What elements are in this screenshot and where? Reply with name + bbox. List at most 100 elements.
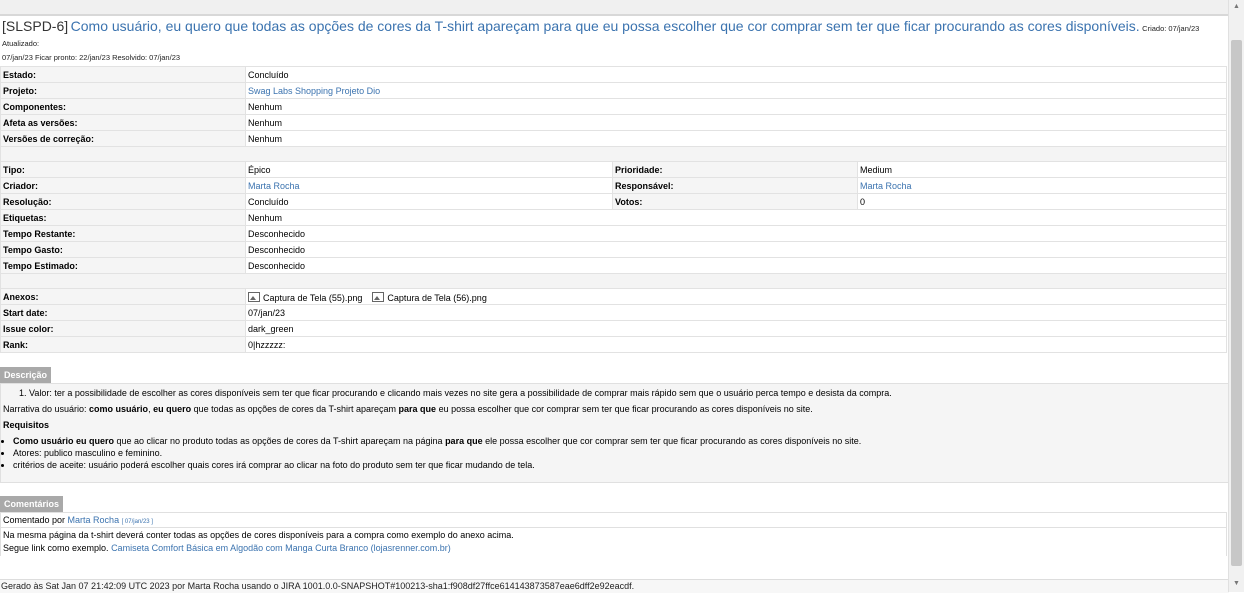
footer: Gerado às Sat Jan 07 21:42:09 UTC 2023 p… — [0, 579, 1229, 593]
top-strip — [0, 0, 1228, 16]
field-row-componentes: Componentes: Nenhum — [0, 98, 1227, 115]
field-row-resolucao: Resolução: Concluído Votos: 0 — [0, 193, 1227, 210]
text: ele possa escolher que cor comprar sem t… — [482, 436, 862, 446]
text: que todas as opções de cores da T-shirt … — [191, 404, 399, 414]
creator-link[interactable]: Marta Rocha — [248, 181, 300, 191]
field-label: Tipo: — [0, 161, 246, 178]
field-row-versoes-correcao: Versões de correção: Nenhum — [0, 130, 1227, 147]
gap — [0, 483, 1228, 496]
field-value: dark_green — [245, 320, 1227, 337]
scroll-up-icon[interactable]: ▲ — [1233, 3, 1240, 10]
field-value: Desconhecido — [245, 257, 1227, 274]
bold-text: eu quero — [153, 404, 192, 414]
field-label: Tempo Estimado: — [0, 257, 246, 274]
field-value: Nenhum — [245, 209, 1227, 226]
fields-table-general: Estado: Concluído Projeto: Swag Labs Sho… — [0, 66, 1227, 147]
list-item: Valor: ter a possibilidade de escolher a… — [29, 388, 1228, 398]
bold-text: Como usuário eu quero — [13, 436, 115, 446]
product-link[interactable]: Camiseta Comfort Básica em Algodão com M… — [111, 543, 451, 553]
scroll-down-icon[interactable]: ▼ — [1233, 580, 1240, 587]
issue-summary-link[interactable]: Como usuário, eu quero que todas as opçõ… — [71, 18, 1140, 34]
field-label: Versões de correção: — [0, 130, 246, 147]
text: Narrativa do usuário: — [3, 404, 90, 414]
fields-table-custom: Anexos: Captura de Tela (55).png Captura… — [0, 288, 1227, 353]
project-link[interactable]: Swag Labs Shopping Projeto Dio — [248, 86, 380, 96]
field-row-tempo-gasto: Tempo Gasto: Desconhecido — [0, 241, 1227, 258]
comment-author-link[interactable]: Marta Rocha — [68, 515, 120, 525]
image-file-icon — [248, 291, 260, 302]
issue-dates: 07/jan/23 Ficar pronto: 22/jan/23 Resolv… — [2, 53, 181, 62]
field-label: Tempo Gasto: — [0, 241, 246, 258]
vertical-scrollbar[interactable]: ▲ ▼ — [1228, 0, 1244, 592]
field-label: Componentes: — [0, 98, 246, 115]
field-value: Concluído — [245, 193, 613, 210]
text: Segue link como exemplo. — [3, 543, 112, 553]
attachment-link[interactable]: Captura de Tela (55).png — [263, 293, 362, 303]
field-value: Nenhum — [245, 98, 1227, 115]
comment-line: Na mesma página da t-shirt deverá conter… — [3, 530, 514, 540]
scroll-thumb[interactable] — [1231, 40, 1242, 566]
field-row-anexos: Anexos: Captura de Tela (55).png Captura… — [0, 288, 1227, 305]
comment-by-label: Comentado por — [3, 515, 68, 525]
description-title: Descrição — [0, 367, 52, 383]
field-value: Nenhum — [245, 130, 1227, 147]
bold-text: como usuário — [89, 404, 149, 414]
updated-label: Atualizado: — [2, 39, 40, 48]
field-label: Projeto: — [0, 82, 246, 99]
field-value: Nenhum — [245, 114, 1227, 131]
bold-text: Requisitos — [3, 420, 50, 430]
field-value: Medium — [857, 161, 1227, 178]
created-date: Criado: 07/jan/23 — [1142, 24, 1200, 33]
field-row-etiquetas: Etiquetas: Nenhum — [0, 209, 1227, 226]
section-spacer — [0, 147, 1227, 161]
comment-header: Comentado por Marta Rocha [ 07/jan/23 ] — [0, 512, 1227, 528]
issue-key: [SLSPD-6] — [2, 18, 69, 34]
description-body: Valor: ter a possibilidade de escolher a… — [0, 383, 1228, 483]
issue-page: [SLSPD-6] Como usuário, eu quero que tod… — [0, 0, 1228, 592]
field-row-tipo: Tipo: Épico Prioridade: Medium — [0, 161, 1227, 178]
list-item: critérios de aceite: usuário poderá esco… — [13, 460, 1228, 470]
field-label: Estado: — [0, 66, 246, 83]
comments-section: Comentários Comentado por Marta Rocha [ … — [0, 496, 1228, 556]
list-item: Atores: publico masculino e feminino. — [13, 448, 1228, 458]
assignee-link[interactable]: Marta Rocha — [860, 181, 912, 191]
field-label: Issue color: — [0, 320, 246, 337]
list-item: Como usuário eu quero que ao clicar no p… — [13, 436, 1228, 446]
field-row-afeta-versoes: Afeta as versões: Nenhum — [0, 114, 1227, 131]
field-value: Concluído — [245, 66, 1227, 83]
field-value: Desconhecido — [245, 225, 1227, 242]
field-label: Resolução: — [0, 193, 246, 210]
issue-header: [SLSPD-6] Como usuário, eu quero que tod… — [0, 16, 1228, 51]
comment-line: Segue link como exemplo. Camiseta Comfor… — [3, 542, 1224, 555]
narrative: Narrativa do usuário: como usuário, eu q… — [3, 404, 1228, 414]
field-row-estado: Estado: Concluído — [0, 66, 1227, 83]
field-row-start-date: Start date: 07/jan/23 — [0, 304, 1227, 321]
field-label: Start date: — [0, 304, 246, 321]
attachments-cell: Captura de Tela (55).png Captura de Tela… — [245, 288, 1227, 305]
field-label: Prioridade: — [612, 161, 858, 178]
comment-body: Na mesma página da t-shirt deverá conter… — [0, 528, 1227, 556]
gap — [0, 353, 1228, 367]
field-value: 0 — [857, 193, 1227, 210]
field-label: Etiquetas: — [0, 209, 246, 226]
attachment-link[interactable]: Captura de Tela (56).png — [387, 293, 486, 303]
field-value: 0|hzzzzz: — [245, 336, 1227, 353]
field-label: Votos: — [612, 193, 858, 210]
description-section: Descrição Valor: ter a possibilidade de … — [0, 367, 1228, 483]
bold-text: para que — [398, 404, 437, 414]
field-label: Anexos: — [0, 288, 246, 305]
field-row-rank: Rank: 0|hzzzzz: — [0, 336, 1227, 353]
field-row-issue-color: Issue color: dark_green — [0, 320, 1227, 337]
comments-title: Comentários — [0, 496, 64, 512]
description-list: Valor: ter a possibilidade de escolher a… — [3, 388, 1228, 398]
field-row-projeto: Projeto: Swag Labs Shopping Projeto Dio — [0, 82, 1227, 99]
requirements-list: Como usuário eu quero que ao clicar no p… — [3, 436, 1228, 470]
image-file-icon — [372, 291, 385, 302]
field-row-criador: Criador: Marta Rocha Responsável: Marta … — [0, 177, 1227, 194]
field-label: Rank: — [0, 336, 246, 353]
field-value: Épico — [245, 161, 613, 178]
text: que ao clicar no produto todas as opções… — [114, 436, 446, 446]
comment-date: [ 07/jan/23 ] — [121, 519, 153, 525]
field-row-tempo-restante: Tempo Restante: Desconhecido — [0, 225, 1227, 242]
section-spacer — [0, 274, 1227, 288]
